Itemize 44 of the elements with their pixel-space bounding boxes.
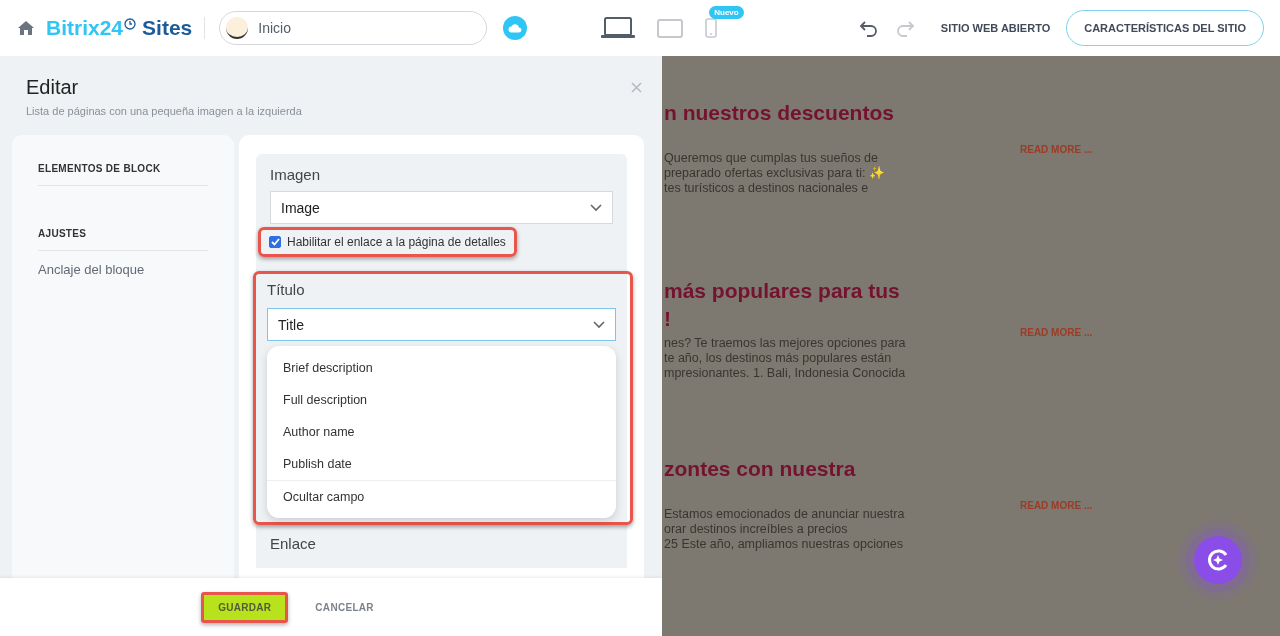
article-title: ! [664, 306, 672, 332]
article-text: mpresionantes. 1. Bali, Indonesia Conocida [664, 366, 907, 381]
article-text: nes? Te traemos las mejores opciones para [664, 336, 907, 351]
panel-subtitle: Lista de páginas con una pequeña imagen a la izquierda [26, 105, 303, 117]
field-label: Título [267, 281, 306, 298]
article-text: 25 Este año, ampliamos nuestras opciones [664, 537, 905, 552]
cancel-button[interactable]: CANCELAR [298, 591, 391, 623]
site-settings-button[interactable]: CARACTERÍSTICAS DEL SITIO [1066, 10, 1264, 46]
dropdown-option[interactable]: Full description [267, 384, 616, 416]
article-title: más populares para tus [664, 278, 901, 304]
sidebar-heading: ELEMENTOS DE BLOCK [38, 163, 208, 186]
article-text: Queremos que cumplas tus sueños de [664, 151, 879, 166]
field-label: Enlace [270, 535, 317, 552]
article-text: orar destinos increíbles a precios [664, 522, 849, 537]
new-badge: Nuevo [709, 6, 744, 19]
chevron-down-icon [590, 203, 602, 212]
sidebar-heading: AJUSTES [38, 228, 208, 251]
home-icon[interactable] [18, 21, 34, 35]
assistant-button[interactable] [1194, 536, 1242, 584]
article-title: zontes con nuestra [664, 456, 857, 482]
dropdown-option[interactable]: Publish date [267, 448, 616, 480]
open-site-link[interactable]: SITIO WEB ABIERTO [940, 22, 1051, 34]
save-button[interactable]: GUARDAR [201, 591, 289, 623]
panel-title: Editar [26, 76, 80, 99]
article-text: preparado ofertas exclusivas para ti: ✨ [664, 166, 886, 181]
undo-button[interactable] [858, 18, 879, 38]
dropdown-option[interactable]: Brief description [267, 352, 616, 384]
sidebar-item[interactable]: Anclaje del bloque [38, 261, 208, 278]
field-label: Imagen [270, 166, 322, 183]
laptop-icon[interactable] [601, 17, 636, 39]
article-title: n nuestros descuentos [664, 100, 895, 126]
article-text: Estamos emocionados de anunciar nuestra [664, 507, 906, 522]
select-field[interactable]: Title [267, 308, 616, 341]
page-thumbnail [226, 17, 249, 39]
article-text: tes turísticos a destinos nacionales e [664, 181, 870, 196]
logo-product: Sites [142, 16, 193, 40]
clock-icon [124, 18, 137, 30]
select-field[interactable]: Image [270, 191, 613, 224]
checkbox-label[interactable]: Habilitar el enlace a la página de detalles [287, 235, 506, 249]
chevron-down-icon [593, 320, 605, 329]
article-text: te año, los destinos más populares están [664, 351, 893, 366]
dropdown-option[interactable]: Author name [267, 416, 616, 448]
logo-brand: Bitrix24 [46, 16, 124, 40]
checkbox[interactable] [269, 236, 281, 248]
